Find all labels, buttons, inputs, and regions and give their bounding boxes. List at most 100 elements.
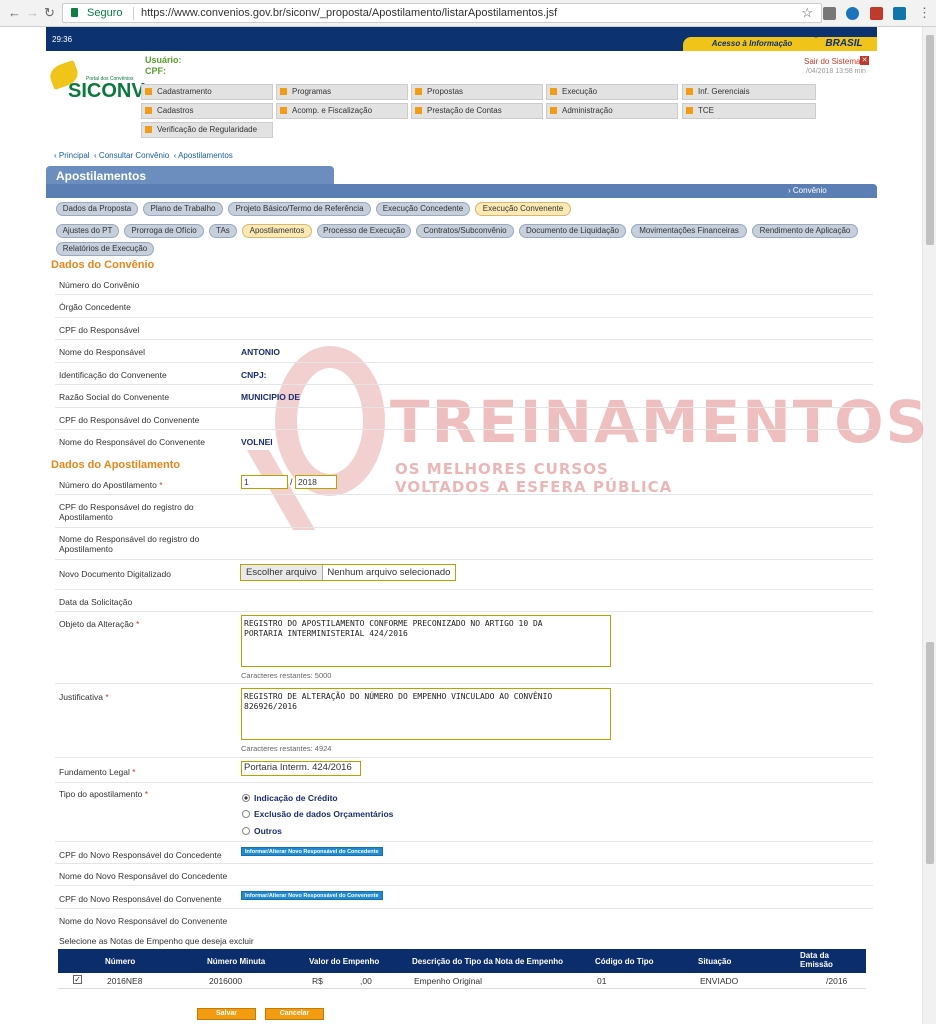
menu-propostas[interactable]: Propostas [411, 84, 543, 100]
breadcrumb-principal[interactable]: Principal [59, 151, 90, 160]
tab-rendimento-aplicacao[interactable]: Rendimento de Aplicação [752, 224, 858, 238]
field-row: Data da Solicitação [55, 590, 873, 612]
breadcrumb: ‹ Principal ‹ Consultar Convênio ‹ Apost… [54, 151, 233, 160]
ano-input[interactable]: 2018 [295, 475, 337, 489]
scrollbar-thumb[interactable] [926, 35, 934, 245]
tab-ajustes-pt[interactable]: Ajustes do PT [56, 224, 119, 238]
column-header: Código do Tipo [595, 957, 654, 966]
fundamento-legal-input[interactable]: Portaria Interm. 424/2016 [241, 761, 361, 776]
radio-label: Exclusão de dados Orçamentários [254, 809, 394, 819]
radio-label: Indicação de Crédito [254, 793, 338, 803]
radio-outros[interactable]: Outros [242, 826, 282, 836]
menu-cadastramento[interactable]: Cadastramento [141, 84, 273, 100]
file-input[interactable]: Escolher arquivo Nenhum arquivo selecion… [240, 564, 456, 581]
field-label: Nome do Responsável do Convenente [59, 437, 206, 447]
menu-prestacao-contas[interactable]: Prestação de Contas [411, 103, 543, 119]
field-label: CPF do Responsável [59, 325, 140, 335]
cell-numero: 2016NE8 [107, 976, 143, 986]
menu-execucao[interactable]: Execução [546, 84, 678, 100]
menu-cadastros[interactable]: Cadastros [141, 103, 273, 119]
field-row: CPF do Responsável do Convenente [55, 408, 873, 430]
tab-prorroga-oficio[interactable]: Prorroga de Ofício [124, 224, 204, 238]
cell-descricao: Empenho Original [414, 976, 483, 986]
tab-dados-proposta[interactable]: Dados da Proposta [56, 202, 138, 216]
menu-programas[interactable]: Programas [276, 84, 408, 100]
menu-acomp-fiscalizacao[interactable]: Acomp. e Fiscalização [276, 103, 408, 119]
brasil-link[interactable]: BRASIL [811, 37, 877, 51]
tab-movimentacoes-financeiras[interactable]: Movimentações Financeiras [631, 224, 747, 238]
logo-text: SICONV [68, 80, 145, 102]
justificativa-textarea[interactable]: REGISTRO DE ALTERAÇÃO DO NÚMERO DO EMPEN… [241, 688, 611, 740]
field-label: Razão Social do Convenente [59, 392, 170, 402]
required-mark: * [159, 480, 163, 490]
radio-unchecked-icon [242, 827, 250, 835]
tab-processo-execucao[interactable]: Processo de Execução [317, 224, 411, 238]
tab-relatorios-execucao[interactable]: Relatórios de Execução [56, 242, 154, 256]
extension-icon[interactable] [823, 7, 836, 20]
breadcrumb-apostilamentos[interactable]: Apostilamentos [178, 151, 233, 160]
breadcrumb-consultar-convenio[interactable]: Consultar Convênio [99, 151, 169, 160]
address-bar[interactable]: Seguro https://www.convenios.gov.br/sico… [62, 3, 822, 23]
field-row: Nome do Novo Responsável do Concedente [55, 864, 873, 886]
logout-link[interactable]: Sair do Sistema [804, 57, 860, 66]
radio-exclusao-dados[interactable]: Exclusão de dados Orçamentários [242, 809, 393, 819]
tab-contratos[interactable]: Contratos/Subconvênio [416, 224, 514, 238]
radio-label: Outros [254, 826, 282, 836]
file-choose-button[interactable]: Escolher arquivo [241, 565, 323, 580]
convenio-link[interactable]: › Convênio [788, 186, 827, 195]
tab-documento-liquidacao[interactable]: Documento de Liquidação [519, 224, 626, 238]
field-row: Novo Documento Digitalizado [55, 560, 873, 590]
required-mark: * [105, 692, 109, 702]
radio-checked-icon [242, 794, 250, 802]
numero-apostilamento-input[interactable]: 1 [241, 475, 288, 489]
save-button[interactable]: Salvar [197, 1008, 256, 1020]
page-title: Apostilamentos [46, 166, 334, 186]
tab-tas[interactable]: TAs [209, 224, 237, 238]
back-icon[interactable]: ← [8, 5, 21, 21]
column-header: Número [105, 957, 136, 966]
reload-icon[interactable]: ↻ [44, 5, 55, 21]
tab-plano-trabalho[interactable]: Plano de Trabalho [143, 202, 223, 216]
cancel-button[interactable]: Cancelar [265, 1008, 324, 1020]
row-checkbox[interactable]: ✓ [73, 975, 82, 984]
notas-label: Selecione as Notas de Empenho que deseja… [59, 936, 254, 946]
gov-bar: 29:36 Acesso à Informação BRASIL [46, 27, 877, 51]
forward-icon[interactable]: → [26, 5, 39, 21]
tab-execucao-concedente[interactable]: Execução Concedente [376, 202, 470, 216]
justificativa-label-text: Justificativa [59, 692, 103, 702]
alterar-responsavel-convenente-button[interactable]: Informar/Alterar Novo Responsável do Con… [241, 891, 383, 900]
user-info: Usuário: CPF: [145, 55, 182, 77]
menu-administracao[interactable]: Administração [546, 103, 678, 119]
field-row: Nome do Novo Responsável do Convenente [55, 909, 873, 931]
field-row: Razão Social do Convenente MUNICIPIO DE [55, 385, 873, 408]
url-text[interactable]: https://www.convenios.gov.br/siconv/_pro… [141, 7, 557, 19]
lock-icon [71, 8, 78, 17]
scrollbar[interactable] [922, 27, 936, 1024]
browser-menu-icon[interactable]: ⋮ [918, 5, 931, 21]
tab-projeto-basico[interactable]: Projeto Básico/Termo de Referência [228, 202, 371, 216]
tab-apostilamentos[interactable]: Apostilamentos [242, 224, 312, 238]
logout-icon[interactable]: ✕ [860, 56, 869, 65]
tab-execucao-convenente[interactable]: Execução Convenente [475, 202, 571, 216]
cell-valor: ,00 [360, 976, 372, 986]
fundamento-label: Fundamento Legal * [59, 767, 136, 777]
extension-icon[interactable] [870, 7, 883, 20]
acesso-informacao-link[interactable]: Acesso à Informação [683, 37, 821, 51]
siconv-logo[interactable]: Portal dos Convênios SICONV [47, 58, 145, 108]
linkedin-icon[interactable] [893, 7, 906, 20]
extension-icon[interactable] [846, 7, 859, 20]
user-label: Usuário: [145, 55, 182, 65]
field-row: Fundamento Legal * [55, 758, 873, 783]
data-solicitacao-label: Data da Solicitação [59, 597, 133, 607]
field-value: ANTONIO [241, 347, 281, 357]
radio-indicacao-credito[interactable]: Indicação de Crédito [242, 793, 338, 803]
alterar-responsavel-concedente-button[interactable]: Informar/Alterar Novo Responsável do Con… [241, 847, 383, 856]
menu-inf-gerenciais[interactable]: Inf. Gerenciais [682, 84, 816, 100]
menu-verificacao-regularidade[interactable]: Verificação de Regularidade [141, 122, 273, 138]
menu-tce[interactable]: TCE [682, 103, 816, 119]
objeto-textarea[interactable]: REGISTRO DO APOSTILAMENTO CONFORME PRECO… [241, 615, 611, 667]
objeto-label: Objeto da Alteração * [59, 619, 139, 629]
required-mark: * [132, 767, 136, 777]
bookmark-star-icon[interactable]: ☆ [801, 5, 813, 21]
scrollbar-thumb[interactable] [926, 642, 934, 864]
